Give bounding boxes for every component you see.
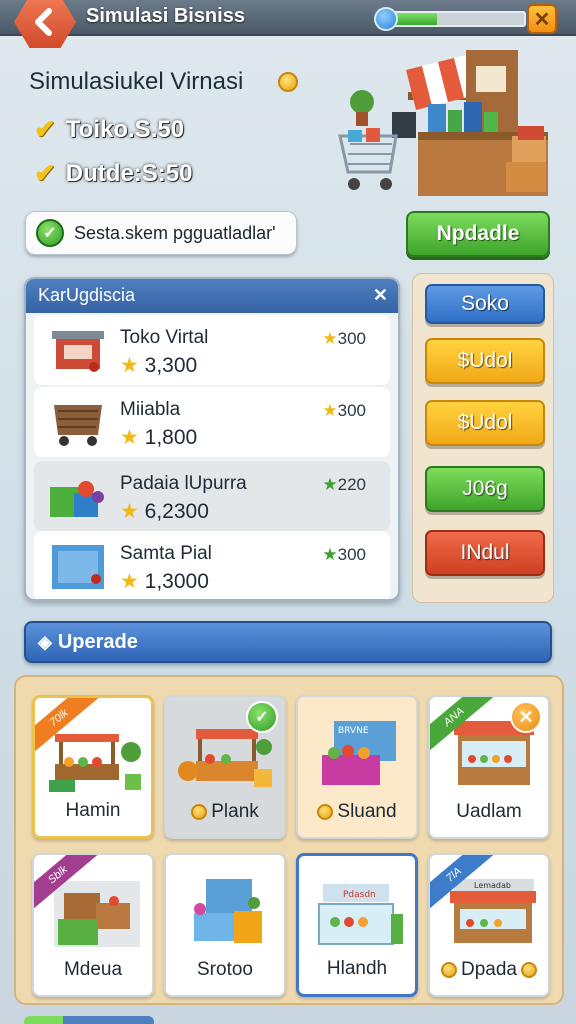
tile-label: Hlandh xyxy=(326,958,388,979)
produce-crate-icon xyxy=(50,481,104,517)
product-name: Samta Pial xyxy=(120,543,212,564)
tile-label: Srotoo xyxy=(197,959,253,980)
level-progress xyxy=(374,7,528,31)
app-title: Simulasi Bisniss xyxy=(86,5,245,27)
product-rating: ★300 xyxy=(322,329,366,348)
catalog-header: KarUgdiscia ✕ xyxy=(26,279,398,313)
product-row[interactable]: Miiabla ★ 1,800 ★300 xyxy=(34,387,390,457)
star-icon: ★ xyxy=(322,545,338,564)
upgrade-tile[interactable]: 70lk Hamin xyxy=(32,695,154,839)
product-rating: ★300 xyxy=(322,545,366,564)
tile-label: Uadlam xyxy=(456,801,522,822)
product-row[interactable]: Samta Pial ★ 1,3000 ★300 xyxy=(34,531,390,599)
glass-counter-icon: Pdasdn xyxy=(318,884,403,945)
svg-text:Lemadab: Lemadab xyxy=(474,881,511,890)
check-circle-icon: ✓ xyxy=(36,219,64,247)
upgrade-tile[interactable]: ✓ Plank xyxy=(164,695,286,839)
svg-text:BRVNE: BRVNE xyxy=(338,726,369,736)
bottom-tab-bar[interactable] xyxy=(24,1016,154,1024)
close-icon[interactable]: ✕ xyxy=(373,285,388,306)
tile-label: Hamin xyxy=(65,800,121,821)
coin-icon xyxy=(191,804,208,820)
category-button[interactable]: J06g xyxy=(425,466,545,512)
product-row[interactable]: Padaia lUpurra ★ 6,2300 ★220 xyxy=(34,461,390,531)
tile-label: Mdeua xyxy=(63,959,123,980)
upgrade-tile[interactable]: ANA ✕ Uadlam xyxy=(428,695,550,839)
product-name: Miiabla xyxy=(120,399,181,420)
category-button[interactable]: $Udol xyxy=(425,400,545,446)
star-icon: ★ xyxy=(120,354,139,377)
product-name: Padaia lUpurra xyxy=(120,473,247,494)
upgrade-tile[interactable]: Lemadab 7lA Dpada xyxy=(428,853,550,997)
category-column: Soko $Udol $Udol J06g INdul xyxy=(412,273,554,603)
star-icon: ★ xyxy=(322,475,338,494)
close-button[interactable]: ✕ xyxy=(527,4,557,34)
tag-icon: ◈ xyxy=(38,631,52,652)
coin-icon xyxy=(317,804,334,820)
product-rating: ★300 xyxy=(322,401,366,420)
catalog-panel: KarUgdiscia ✕ Toko Virtal ★ 3,300 ★300 M… xyxy=(24,277,400,601)
category-button[interactable]: INdul xyxy=(425,530,545,576)
tile-label: Dpada xyxy=(430,959,548,981)
stat-store-value: Toiko.S.50 xyxy=(65,115,185,143)
shop-illustration xyxy=(338,50,548,196)
checkmark-icon: ✔ xyxy=(34,114,56,144)
product-price: ★ 3,300 xyxy=(120,354,198,377)
stat-store: ✔ Toiko.S.50 xyxy=(34,114,184,145)
upgrade-tile[interactable]: Sblk Mdeua xyxy=(32,853,154,997)
top-bar: Simulasi Bisniss ✕ xyxy=(0,0,576,48)
status-text: Sesta.skem pgguatladlar' xyxy=(74,222,276,243)
tile-label: Sluand xyxy=(298,801,416,823)
shop-stand-icon xyxy=(52,331,104,372)
upgrade-tile[interactable]: BRVNE Sluand xyxy=(296,695,418,839)
blue-box-icon xyxy=(52,545,104,589)
check-badge-icon: ✓ xyxy=(246,701,278,733)
product-price: ★ 1,3000 xyxy=(120,570,209,593)
svg-text:Pdasdn: Pdasdn xyxy=(343,890,376,900)
category-button[interactable]: Soko xyxy=(425,284,545,324)
coin-icon xyxy=(521,962,537,978)
product-name: Toko Virtal xyxy=(120,327,209,348)
upgrade-header[interactable]: ◈ Uperade xyxy=(24,621,552,663)
update-button[interactable]: Npdadle xyxy=(406,211,550,257)
cart-icon xyxy=(54,405,102,446)
checkmark-icon: ✔ xyxy=(34,158,56,188)
level-icon xyxy=(374,7,398,31)
upgrade-tile[interactable]: Pdasdn Hlandh xyxy=(296,853,418,997)
status-message: ✓ Sesta.skem pgguatladlar' xyxy=(25,211,297,255)
back-button[interactable] xyxy=(14,0,76,48)
star-icon: ★ xyxy=(120,426,139,449)
product-price: ★ 1,800 xyxy=(120,426,198,449)
coin-icon xyxy=(278,72,298,92)
tile-label: Plank xyxy=(166,801,284,823)
star-icon: ★ xyxy=(322,401,338,420)
upgrade-title: Uperade xyxy=(57,630,138,653)
catalog-title: KarUgdiscia xyxy=(38,285,136,305)
upgrade-grid: 70lk Hamin ✓ Plank BRVNE Sluand ANA ✕ Ua… xyxy=(14,675,564,1005)
stat-budget-value: Dutde:S:50 xyxy=(65,159,193,187)
star-icon: ★ xyxy=(120,500,139,523)
product-rating: ★220 xyxy=(322,475,366,494)
coin-icon xyxy=(441,962,457,978)
stat-budget: ✔ Dutde:S:50 xyxy=(34,158,192,189)
star-icon: ★ xyxy=(120,570,139,593)
product-row[interactable]: Toko Virtal ★ 3,300 ★300 xyxy=(34,315,390,385)
upgrade-tile[interactable]: Srotoo xyxy=(164,853,286,997)
simulation-title: Simulasiukel Virnasi xyxy=(29,68,244,95)
category-button[interactable]: $Udol xyxy=(425,338,545,384)
product-price: ★ 6,2300 xyxy=(120,500,209,523)
progress-track xyxy=(388,11,526,27)
close-badge-icon[interactable]: ✕ xyxy=(510,701,542,733)
back-arrow-icon xyxy=(35,8,52,36)
kiosk-icon xyxy=(194,879,262,943)
produce-bin-icon: BRVNE xyxy=(322,721,396,785)
star-icon: ★ xyxy=(322,329,338,348)
